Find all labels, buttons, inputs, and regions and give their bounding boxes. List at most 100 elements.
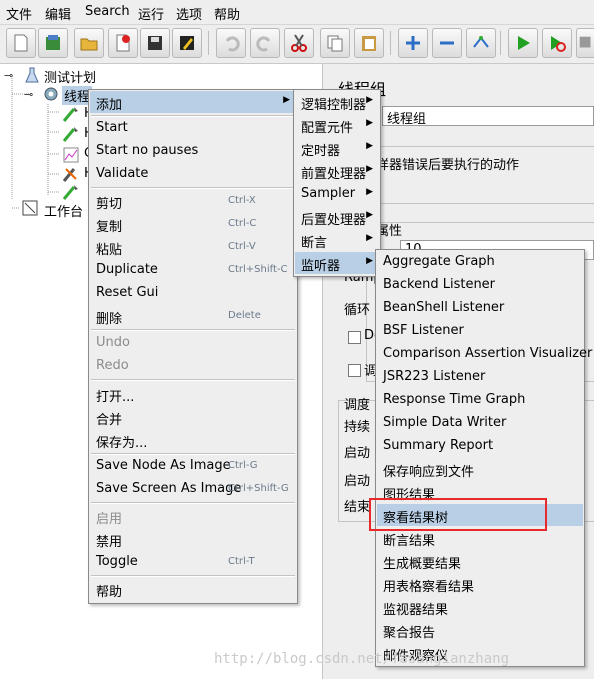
submenu-arrow-icon: ▶ — [366, 233, 373, 243]
menu-item-timer[interactable]: 定时器 ▶ — [295, 137, 379, 159]
start-no-pauses-icon[interactable] — [542, 28, 572, 58]
menu-edit[interactable]: 编辑 — [45, 4, 71, 23]
submenu-arrow-icon: ▶ — [366, 118, 373, 128]
submenu-arrow-icon: ▶ — [283, 95, 290, 105]
menu-run[interactable]: 运行 — [138, 4, 164, 23]
start-icon[interactable] — [508, 28, 538, 58]
menu-item-generate-summary[interactable]: 生成概要结果 — [377, 550, 583, 572]
menu-item-enable[interactable]: 启用 — [90, 505, 296, 527]
menu-item-save-responses[interactable]: 保存响应到文件 — [377, 458, 583, 480]
menu-item-start[interactable]: Start — [90, 117, 296, 139]
collapse-icon[interactable] — [432, 28, 462, 58]
menu-item-comparison-visualizer[interactable]: Comparison Assertion Visualizer — [377, 343, 592, 365]
menu-item-duplicate[interactable]: Duplicate Ctrl+Shift-C — [90, 259, 296, 281]
menu-item-backend-listener[interactable]: Backend Listener — [377, 274, 583, 296]
submenu-arrow-icon: ▶ — [366, 187, 373, 197]
menu-item-bsf-listener[interactable]: BSF Listener — [377, 320, 583, 342]
paste-icon[interactable] — [354, 28, 384, 58]
duration-label: 持续 — [344, 420, 371, 435]
new-icon[interactable] — [6, 28, 36, 58]
menu-separator — [91, 187, 295, 189]
submenu-arrow-icon: ▶ — [366, 141, 373, 151]
menu-item-open[interactable]: 打开... — [90, 383, 296, 405]
menu-help[interactable]: 帮助 — [214, 4, 240, 23]
toolbar-separator — [208, 31, 209, 55]
workbench-icon — [22, 200, 38, 219]
undo-icon[interactable] — [216, 28, 246, 58]
menu-item-monitor-results[interactable]: 监视器结果 — [377, 596, 583, 618]
menu-item-aggregate-report[interactable]: 聚合报告 — [377, 619, 583, 641]
expand-toggle-icon[interactable]: ⊸ — [4, 69, 13, 82]
highlight-box — [369, 498, 547, 531]
scheduler-checkbox[interactable] — [348, 364, 361, 377]
menu-item-save-node-image[interactable]: Save Node As Image Ctrl-G — [90, 455, 296, 477]
menu-item-post-processor[interactable]: 后置处理器 ▶ — [295, 206, 379, 228]
stop-icon[interactable] — [576, 28, 594, 58]
delay-checkbox[interactable] — [348, 331, 361, 344]
toolbar-separator — [500, 31, 501, 55]
start-time-label: 启动 — [344, 474, 371, 489]
menu-item-start-no-pauses[interactable]: Start no pauses — [90, 140, 296, 162]
submenu-arrow-icon: ▶ — [366, 95, 373, 105]
menu-item-summary-report[interactable]: Summary Report — [377, 435, 583, 457]
menu-item-save-as[interactable]: 保存为... — [90, 429, 296, 451]
menu-file[interactable]: 文件 — [6, 4, 32, 23]
open-icon[interactable] — [74, 28, 104, 58]
menu-item-simple-data-writer[interactable]: Simple Data Writer — [377, 412, 583, 434]
menu-item-assertion[interactable]: 断言 ▶ — [295, 229, 379, 251]
menu-item-pre-processor[interactable]: 前置处理器 ▶ — [295, 160, 379, 182]
menu-item-view-results-table[interactable]: 用表格察看结果 — [377, 573, 583, 595]
menu-item-help[interactable]: 帮助 — [90, 578, 296, 600]
menu-item-listener[interactable]: 监听器 ▶ — [295, 252, 379, 274]
expand-toggle-icon[interactable]: ⊸ — [24, 88, 33, 101]
menu-item-copy[interactable]: 复制 Ctrl-C — [90, 213, 296, 235]
redo-icon[interactable] — [250, 28, 280, 58]
menu-item-paste[interactable]: 粘贴 Ctrl-V — [90, 236, 296, 258]
tree-item-workbench[interactable]: 工作台 — [44, 201, 83, 220]
menu-options[interactable]: 选项 — [176, 4, 202, 23]
menu-item-merge[interactable]: 合并 — [90, 406, 296, 428]
menu-item-toggle[interactable]: Toggle Ctrl-T — [90, 551, 296, 573]
cut-icon[interactable] — [284, 28, 314, 58]
menu-item-delete[interactable]: 删除 Delete — [90, 305, 296, 327]
menu-item-cut[interactable]: 剪切 Ctrl-X — [90, 190, 296, 212]
menu-item-beanshell-listener[interactable]: BeanShell Listener — [377, 297, 583, 319]
menu-item-undo[interactable]: Undo — [90, 332, 296, 354]
error-action-label: 样器错误后要执行的动作 — [376, 158, 520, 173]
menu-separator — [91, 575, 295, 577]
menu-item-config-element[interactable]: 配置元件 ▶ — [295, 114, 379, 136]
expand-icon[interactable] — [398, 28, 428, 58]
submenu-arrow-icon: ▶ — [366, 210, 373, 220]
edit-icon[interactable] — [172, 28, 202, 58]
close-icon[interactable] — [108, 28, 138, 58]
menu-item-reset-gui[interactable]: Reset Gui — [90, 282, 296, 304]
templates-icon[interactable] — [38, 28, 68, 58]
menu-item-sampler[interactable]: Sampler ▶ — [295, 183, 379, 205]
menu-item-validate[interactable]: Validate — [90, 163, 296, 185]
end-time-label: 结束 — [344, 500, 371, 515]
submenu-arrow-icon: ▶ — [366, 164, 373, 174]
menu-item-logic-controller[interactable]: 逻辑控制器 ▶ — [295, 91, 379, 113]
menu-item-response-time-graph[interactable]: Response Time Graph — [377, 389, 583, 411]
menu-item-add[interactable]: 添加 ▶ — [90, 91, 296, 113]
menu-search[interactable]: Search — [85, 4, 130, 19]
tree-item-test-plan[interactable]: 测试计划 — [44, 67, 96, 86]
toggle-icon[interactable] — [466, 28, 496, 58]
save-icon[interactable] — [140, 28, 170, 58]
add-submenu: 逻辑控制器 ▶ 配置元件 ▶ 定时器 ▶ 前置处理器 ▶ Sampler ▶ 后置处理器 ▶… — [293, 89, 381, 277]
copy-icon[interactable] — [320, 28, 350, 58]
menu-item-save-screen-image[interactable]: Save Screen As Image Ctrl+Shift-G — [90, 478, 296, 500]
watermark: http://blog.csdn.net/fasangianzhang — [214, 651, 510, 667]
menu-separator — [91, 502, 295, 504]
sampler-icon — [62, 105, 80, 126]
submenu-arrow-icon: ▶ — [366, 256, 373, 266]
menu-item-disable[interactable]: 禁用 — [90, 528, 296, 550]
menu-item-aggregate-graph[interactable]: Aggregate Graph — [377, 251, 583, 273]
name-field[interactable]: 线程组 — [382, 106, 594, 126]
loop-label: 循环 — [344, 303, 371, 318]
menu-item-redo[interactable]: Redo — [90, 355, 296, 377]
sampler-icon — [62, 125, 80, 146]
listener-submenu: Aggregate Graph Backend Listener BeanShe… — [375, 249, 592, 667]
test-plan-icon — [24, 67, 40, 86]
menu-item-jsr223-listener[interactable]: JSR223 Listener — [377, 366, 583, 388]
